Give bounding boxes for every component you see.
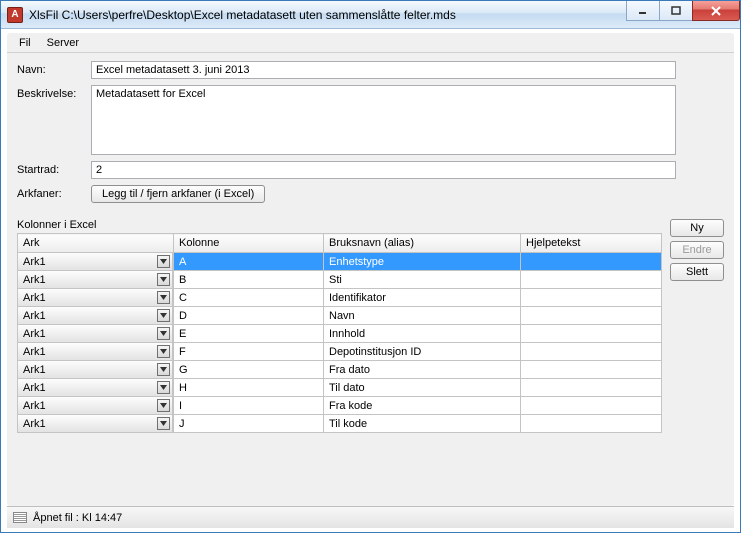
ark-dropdown[interactable]: Ark1 [18,307,173,324]
chevron-down-icon[interactable] [157,363,170,376]
bruksnavn-cell[interactable]: Innhold [324,327,520,341]
hjelpetekst-cell[interactable] [521,279,661,281]
chevron-down-icon[interactable] [157,273,170,286]
chevron-down-icon[interactable] [157,399,170,412]
table-row[interactable]: Ark1HTil dato [18,379,662,397]
app-window: A XlsFil C:\Users\perfre\Desktop\Excel m… [0,0,741,533]
hjelpetekst-cell[interactable] [521,387,661,389]
kolonne-cell[interactable]: D [174,309,323,323]
navn-input[interactable] [91,61,676,79]
ark-dropdown[interactable]: Ark1 [18,379,173,396]
status-bar: Åpnet fil : Kl 14:47 [7,506,734,528]
table-row[interactable]: Ark1CIdentifikator [18,289,662,307]
hjelpetekst-cell[interactable] [521,369,661,371]
kolonne-cell[interactable]: G [174,363,323,377]
hjelpetekst-cell[interactable] [521,405,661,407]
bruksnavn-cell[interactable]: Sti [324,273,520,287]
table-row[interactable]: Ark1GFra dato [18,361,662,379]
ark-dropdown[interactable]: Ark1 [18,397,173,414]
document-icon [13,512,27,523]
bruksnavn-cell[interactable]: Til dato [324,381,520,395]
hjelpetekst-cell[interactable] [521,315,661,317]
close-button[interactable] [692,1,740,21]
ark-dropdown[interactable]: Ark1 [18,289,173,306]
content-area: Navn: Beskrivelse: Metadatasett for Exce… [7,53,734,506]
title-bar[interactable]: A XlsFil C:\Users\perfre\Desktop\Excel m… [1,1,740,29]
chevron-down-icon[interactable] [157,255,170,268]
status-text: Åpnet fil : Kl 14:47 [33,512,122,524]
kolonne-cell[interactable]: E [174,327,323,341]
table-row[interactable]: Ark1JTil kode [18,415,662,433]
bruksnavn-cell[interactable]: Navn [324,309,520,323]
kolonne-cell[interactable]: C [174,291,323,305]
grid-header-bruksnavn[interactable]: Bruksnavn (alias) [324,234,521,253]
ark-dropdown[interactable]: Ark1 [18,325,173,342]
ark-dropdown[interactable]: Ark1 [18,343,173,360]
ark-dropdown[interactable]: Ark1 [18,253,173,270]
chevron-down-icon[interactable] [157,291,170,304]
bruksnavn-cell[interactable]: Til kode [324,417,520,431]
window-title: XlsFil C:\Users\perfre\Desktop\Excel met… [29,8,456,22]
chevron-down-icon[interactable] [157,417,170,430]
ark-dropdown[interactable]: Ark1 [18,361,173,378]
kolonne-cell[interactable]: I [174,399,323,413]
bruksnavn-cell[interactable]: Identifikator [324,291,520,305]
table-row[interactable]: Ark1AEnhetstype [18,253,662,271]
kolonne-cell[interactable]: F [174,345,323,359]
kolonne-cell[interactable]: H [174,381,323,395]
hjelpetekst-cell[interactable] [521,423,661,425]
columns-grid[interactable]: Ark Kolonne Bruksnavn (alias) Hjelpeteks… [17,233,662,433]
hjelpetekst-cell[interactable] [521,261,661,263]
table-row[interactable]: Ark1DNavn [18,307,662,325]
beskrivelse-textarea[interactable]: Metadatasett for Excel [91,85,676,155]
menu-file[interactable]: Fil [11,35,39,51]
app-icon: A [7,7,23,23]
startrad-input[interactable] [91,161,676,179]
kolonne-cell[interactable]: B [174,273,323,287]
grid-title: Kolonner i Excel [17,219,662,231]
slett-button[interactable]: Slett [670,263,724,281]
chevron-down-icon[interactable] [157,345,170,358]
grid-header-kolonne[interactable]: Kolonne [174,234,324,253]
kolonne-cell[interactable]: J [174,417,323,431]
ark-dropdown[interactable]: Ark1 [18,271,173,288]
startrad-label: Startrad: [17,161,91,176]
grid-header-ark[interactable]: Ark [18,234,174,253]
maximize-button[interactable] [659,1,693,21]
table-row[interactable]: Ark1EInnhold [18,325,662,343]
kolonne-cell[interactable]: A [174,255,323,269]
beskrivelse-label: Beskrivelse: [17,85,91,100]
arkfaner-label: Arkfaner: [17,185,91,200]
menu-server[interactable]: Server [39,35,87,51]
navn-label: Navn: [17,61,91,76]
hjelpetekst-cell[interactable] [521,333,661,335]
chevron-down-icon[interactable] [157,327,170,340]
hjelpetekst-cell[interactable] [521,297,661,299]
chevron-down-icon[interactable] [157,381,170,394]
window-controls [627,1,740,21]
hjelpetekst-cell[interactable] [521,351,661,353]
chevron-down-icon[interactable] [157,309,170,322]
arkfaner-button[interactable]: Legg til / fjern arkfaner (i Excel) [91,185,265,203]
grid-header-hjelpetekst[interactable]: Hjelpetekst [521,234,662,253]
minimize-button[interactable] [626,1,660,21]
bruksnavn-cell[interactable]: Fra kode [324,399,520,413]
bruksnavn-cell[interactable]: Depotinstitusjon ID [324,345,520,359]
bruksnavn-cell[interactable]: Fra dato [324,363,520,377]
menu-bar: Fil Server [7,33,734,53]
table-row[interactable]: Ark1BSti [18,271,662,289]
table-row[interactable]: Ark1IFra kode [18,397,662,415]
table-row[interactable]: Ark1FDepotinstitusjon ID [18,343,662,361]
ny-button[interactable]: Ny [670,219,724,237]
bruksnavn-cell[interactable]: Enhetstype [324,255,520,269]
endre-button[interactable]: Endre [670,241,724,259]
ark-dropdown[interactable]: Ark1 [18,415,173,432]
